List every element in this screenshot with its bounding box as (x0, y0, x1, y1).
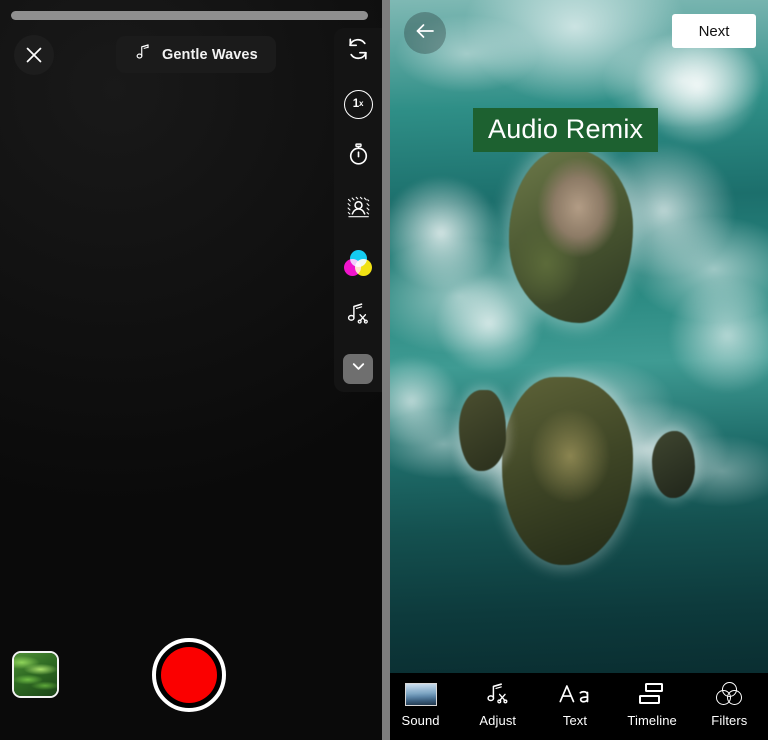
speed-icon: 1x (343, 89, 373, 119)
color-filter-icon (344, 250, 372, 276)
sound-thumbnail-icon (404, 680, 437, 708)
gallery-thumbnail-button[interactable] (12, 651, 59, 698)
speed-unit: x (358, 99, 364, 108)
selected-sound-pill[interactable]: Gentle Waves (116, 36, 276, 73)
record-indicator (161, 647, 217, 703)
close-button[interactable] (14, 35, 54, 75)
next-button[interactable]: Next (672, 14, 756, 48)
app-root: Gentle Waves 1x Next Audio Remix Sound A… (0, 0, 768, 740)
selected-sound-label: Gentle Waves (162, 46, 258, 63)
back-button[interactable] (404, 12, 446, 54)
playback-speed-button[interactable]: 1x (341, 87, 375, 121)
rock-small-right (652, 430, 695, 499)
editor-toolbar: Sound Adjust Text Timeline Filters (382, 673, 768, 740)
chevron-down-icon (350, 358, 367, 380)
timeline-layers-icon (639, 680, 665, 708)
record-button[interactable] (152, 638, 226, 712)
toolbar-label-sound: Sound (401, 713, 440, 728)
toolbar-item-filters[interactable]: Filters (694, 680, 764, 728)
rock-upper (509, 148, 633, 324)
toolbar-label-text: Text (562, 713, 588, 728)
panel-divider (382, 0, 390, 740)
camera-tool-rail: 1x (334, 28, 382, 392)
toolbar-item-timeline[interactable]: Timeline (617, 680, 687, 728)
timer-button[interactable] (341, 140, 375, 174)
video-preview[interactable]: Next Audio Remix (382, 0, 768, 673)
toolbar-item-adjust[interactable]: Adjust (463, 680, 533, 728)
text-overlay[interactable]: Audio Remix (473, 108, 659, 153)
music-trim-icon (346, 301, 371, 331)
color-filter-button[interactable] (341, 246, 375, 280)
recording-progress-bar[interactable] (11, 11, 368, 20)
filters-circles-icon (716, 680, 743, 708)
toolbar-item-sound[interactable]: Sound (386, 680, 456, 728)
text-aa-icon (558, 680, 592, 708)
camera-recorder-panel: Gentle Waves 1x (0, 0, 382, 740)
flip-camera-button[interactable] (341, 34, 375, 68)
rock-small-left (459, 390, 506, 472)
next-button-label: Next (698, 22, 730, 40)
music-trim-icon (485, 680, 511, 708)
toolbar-label-adjust: Adjust (479, 713, 517, 728)
music-note-icon (134, 43, 152, 66)
expand-tools-button[interactable] (343, 354, 373, 384)
video-editor-panel: Next Audio Remix Sound Adjust Text Timel… (382, 0, 768, 740)
close-icon (24, 45, 44, 65)
beauty-button[interactable] (341, 193, 375, 227)
timer-icon (346, 142, 371, 172)
back-arrow-icon (413, 19, 437, 48)
flip-camera-icon (345, 36, 371, 67)
fern-thumbnail-image (14, 653, 57, 696)
trim-audio-button[interactable] (341, 299, 375, 333)
toolbar-label-timeline: Timeline (627, 713, 677, 728)
toolbar-label-filters: Filters (711, 713, 748, 728)
beauty-portrait-icon (346, 195, 371, 225)
toolbar-item-text[interactable]: Text (540, 680, 610, 728)
